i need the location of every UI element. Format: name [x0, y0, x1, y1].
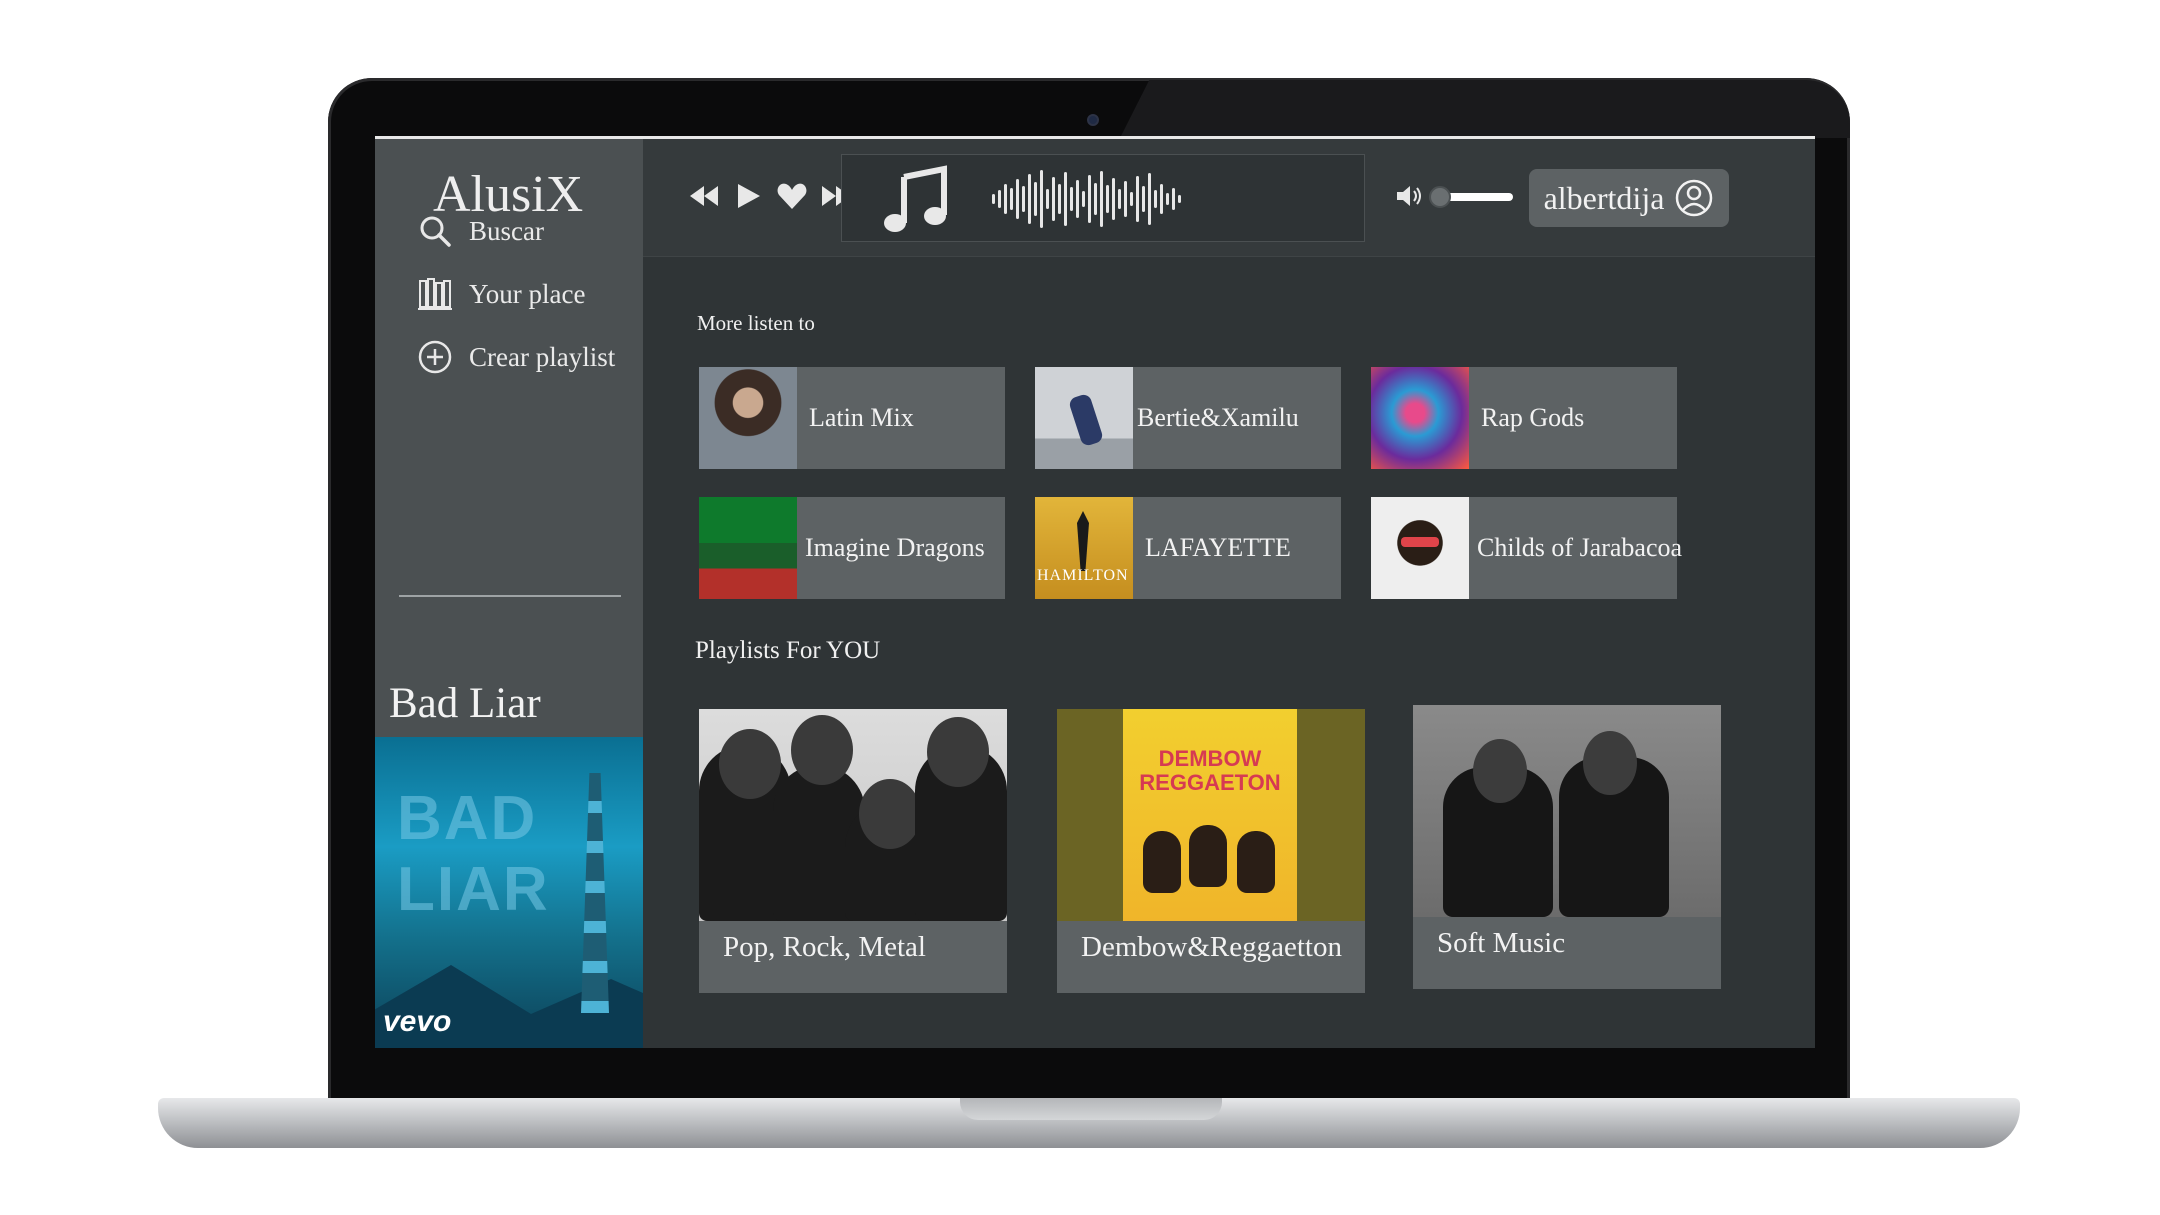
- user-avatar-icon: [1676, 179, 1713, 217]
- waveform-bar: [1070, 187, 1073, 211]
- artist-card-label: LAFAYETTE: [1145, 533, 1291, 562]
- artwork-title-text: BAD LIAR: [397, 784, 550, 924]
- volume-slider-handle[interactable]: [1429, 186, 1451, 208]
- user-profile-button[interactable]: albertdija: [1529, 169, 1729, 227]
- playlist-card-label: Pop, Rock, Metal: [723, 931, 926, 963]
- artist-thumbnail: HAMILTON: [1035, 497, 1133, 599]
- sidebar-item-label: Crear playlist: [469, 341, 616, 372]
- more-listen-title: More listen to: [697, 311, 815, 335]
- play-button[interactable]: [731, 179, 765, 213]
- playlist-card-label: Soft Music: [1437, 927, 1566, 959]
- waveform-bar: [1172, 188, 1175, 210]
- playlist-card-pop-rock-metal[interactable]: Pop, Rock, Metal: [699, 709, 1007, 993]
- app-screen: AlusiX Buscar Your place Crear playlist …: [375, 136, 1815, 1048]
- waveform-bar: [1160, 184, 1163, 214]
- now-playing-artwork[interactable]: BAD LIAR vevo: [375, 737, 643, 1048]
- now-playing-title: Bad Liar: [389, 680, 541, 727]
- artist-card-lafayette[interactable]: HAMILTON LAFAYETTE: [1035, 497, 1341, 599]
- library-icon: [417, 276, 453, 312]
- waveform-bar: [1082, 191, 1085, 207]
- waveform-bar: [1058, 184, 1061, 214]
- waveform-bar: [1142, 186, 1145, 212]
- artist-thumbnail: [1371, 367, 1469, 469]
- artist-card-label: Bertie&Xamilu: [1137, 403, 1299, 432]
- waveform-bar: [1052, 177, 1055, 221]
- waveform-bar: [1124, 181, 1127, 217]
- waveform-bar: [1034, 182, 1037, 216]
- artist-card-label: Childs of Jarabacoa: [1477, 533, 1683, 562]
- cover-text: DEMBOW: [1158, 746, 1262, 771]
- waveform-bar: [1022, 186, 1025, 212]
- play-icon: [738, 184, 760, 208]
- waveform-bar: [998, 190, 1001, 208]
- waveform-bar: [1076, 180, 1079, 218]
- volume-icon[interactable]: [1395, 181, 1425, 211]
- sidebar-item-label: Buscar: [469, 215, 544, 246]
- waveform-bar: [1016, 179, 1019, 219]
- artist-card-rap-gods[interactable]: Rap Gods: [1371, 367, 1677, 469]
- waveform-bar: [1166, 193, 1169, 205]
- sidebar-divider: [399, 595, 621, 597]
- playback-controls: [687, 179, 853, 213]
- artist-card-label: Rap Gods: [1481, 403, 1585, 432]
- waveform-bar: [1112, 178, 1115, 220]
- laptop-base-notch: [960, 1098, 1222, 1120]
- artist-thumbnail: [1035, 367, 1133, 469]
- waveform-bar: [1046, 189, 1049, 209]
- waveform-bar: [1148, 173, 1151, 225]
- username: albertdija: [1543, 179, 1665, 216]
- cover-text: REGGAETON: [1139, 770, 1281, 795]
- rewind-button[interactable]: [687, 179, 721, 213]
- laptop-bezel-shade: [1120, 80, 1850, 138]
- artist-card-label: Latin Mix: [809, 403, 914, 432]
- waveform-bar: [1118, 189, 1121, 209]
- music-note-icon: [884, 165, 947, 232]
- sidebar: AlusiX Buscar Your place Crear playlist …: [375, 139, 643, 1048]
- waveform-bar: [992, 194, 995, 204]
- waveform-bar: [1028, 174, 1031, 224]
- sidebar-item-crear-playlist[interactable]: Crear playlist: [417, 335, 615, 379]
- artist-thumbnail: [699, 367, 797, 469]
- waveform-bar: [1106, 185, 1109, 213]
- waveform-bar: [1088, 175, 1091, 223]
- waveform-bar: [1010, 188, 1013, 210]
- vevo-logo: vevo: [383, 1005, 452, 1038]
- playlists-title: Playlists For YOU: [695, 637, 881, 664]
- thumbnail-text: HAMILTON: [1037, 567, 1129, 584]
- waveform-bar: [1040, 170, 1043, 228]
- artist-card-latin-mix[interactable]: Latin Mix: [699, 367, 1005, 469]
- top-bar: albertdija: [643, 139, 1815, 257]
- waveform-bar: [1004, 184, 1007, 214]
- waveform-bar: [1178, 195, 1181, 203]
- playlist-cover: [1413, 705, 1721, 917]
- artist-thumbnail: [699, 497, 797, 599]
- waveform-bar: [1136, 176, 1139, 222]
- waveform-bar: [1094, 183, 1097, 215]
- waveform-bar: [1100, 171, 1103, 227]
- heart-icon: [777, 183, 807, 209]
- sidebar-item-your-place[interactable]: Your place: [417, 272, 586, 316]
- rewind-icon: [690, 186, 718, 206]
- waveform-bar: [1130, 192, 1133, 206]
- waveform-bar: [1064, 172, 1067, 226]
- camera-icon: [1087, 114, 1099, 126]
- sidebar-item-label: Your place: [469, 278, 586, 309]
- artist-card-imagine-dragons[interactable]: Imagine Dragons: [699, 497, 1005, 599]
- plus-circle-icon: [417, 339, 453, 375]
- audio-waveform: [992, 169, 1181, 229]
- playlist-cover: [699, 709, 1007, 921]
- playlist-cover: DEMBOW REGGAETON: [1057, 709, 1365, 921]
- artist-card-bertie-xamilu[interactable]: Bertie&Xamilu: [1035, 367, 1341, 469]
- playlist-card-label: Dembow&Reggaetton: [1081, 931, 1342, 963]
- waveform-bar: [1154, 190, 1157, 208]
- artist-thumbnail: [1371, 497, 1469, 599]
- now-playing-display: [841, 154, 1365, 242]
- sidebar-item-buscar[interactable]: Buscar: [417, 209, 544, 253]
- playlist-card-dembow-reggaetton[interactable]: DEMBOW REGGAETON Dembow&Reggaetton: [1057, 709, 1365, 993]
- search-icon: [417, 213, 453, 249]
- like-button[interactable]: [775, 179, 809, 213]
- artist-card-label: Imagine Dragons: [805, 533, 985, 562]
- artist-card-childs-of-jarabacoa[interactable]: Childs of Jarabacoa: [1371, 497, 1682, 599]
- playlist-card-soft-music[interactable]: Soft Music: [1413, 705, 1721, 989]
